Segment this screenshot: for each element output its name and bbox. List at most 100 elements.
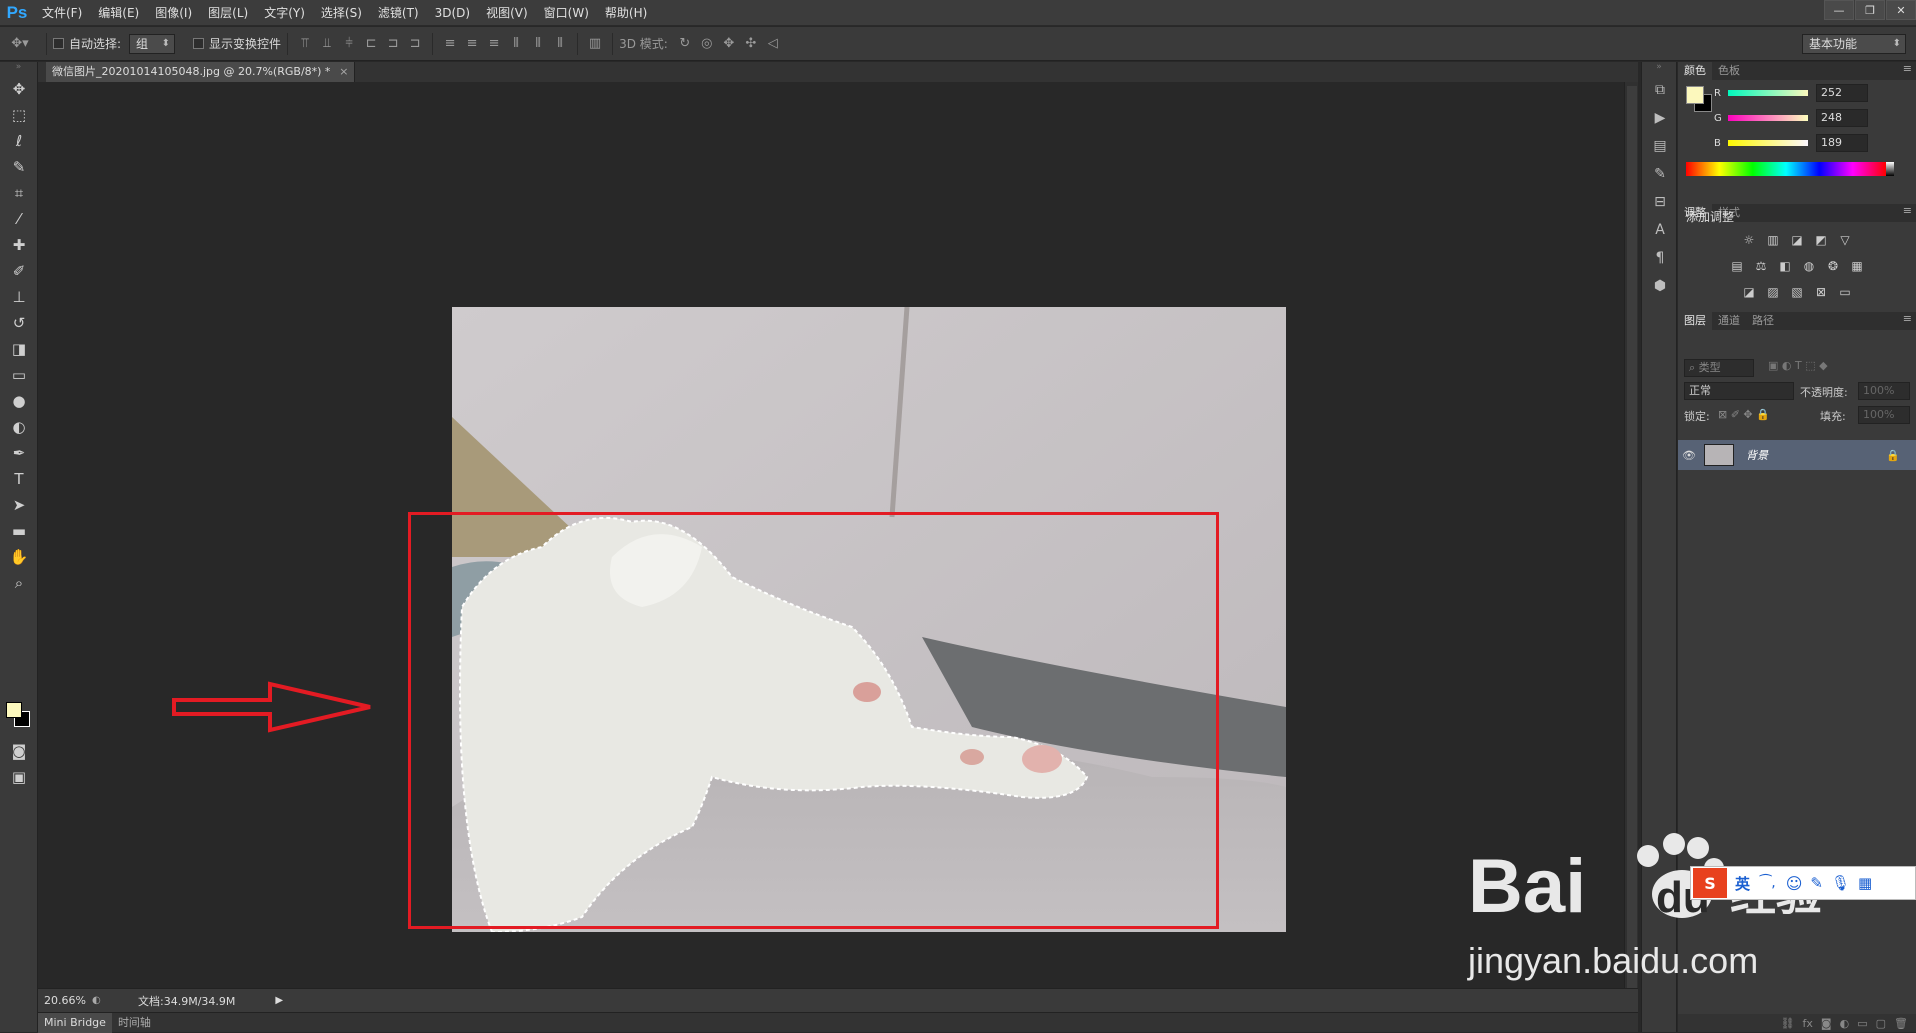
align-top-icon[interactable]: ⫪ [294,36,316,51]
menu-edit[interactable]: 编辑(E) [90,0,147,26]
auto-select-dropdown[interactable]: 组 [129,33,176,54]
blend-mode-dropdown[interactable]: 正常 [1684,382,1794,400]
tab-timeline[interactable]: 时间轴 [112,1013,157,1033]
foreground-color-swatch[interactable] [6,702,22,718]
panel-menu-icon[interactable]: ≡ [1903,62,1912,75]
layer-filter-icons[interactable]: ▣ ◐ T ⬚ ◆ [1768,359,1828,372]
layer-name[interactable]: 背景 [1746,447,1768,463]
close-button[interactable]: ✕ [1886,0,1916,20]
clone-stamp-tool-icon[interactable]: ⊥ [0,284,38,310]
emoji-icon[interactable]: ☺ [1786,874,1803,893]
auto-select-checkbox[interactable] [53,38,64,49]
character-icon[interactable]: A [1642,216,1678,244]
3d-icon[interactable]: ⬢ [1642,272,1678,300]
lasso-tool-icon[interactable]: ℓ [0,128,38,154]
channel-mixer-icon[interactable]: ❂ [1824,258,1842,274]
menu-image[interactable]: 图像(I) [147,0,200,26]
pen-tool-icon[interactable]: ✒ [0,440,38,466]
minimize-button[interactable]: — [1824,0,1854,20]
menu-3d[interactable]: 3D(D) [427,0,478,26]
show-transform-checkbox[interactable] [193,38,205,49]
marquee-tool-icon[interactable]: ⬚ [0,102,38,128]
ime-lang[interactable]: 英 [1735,873,1750,894]
visibility-eye-icon[interactable]: 👁 [1678,449,1700,462]
align-bottom-icon[interactable]: ⫩ [338,36,360,51]
handwrite-icon[interactable]: ✎ [1810,874,1823,892]
panel-menu-icon[interactable]: ≡ [1903,204,1912,217]
green-slider[interactable] [1728,115,1808,121]
clone-source-icon[interactable]: ⊟ [1642,188,1678,216]
quick-select-tool-icon[interactable]: ✎ [0,154,38,180]
healing-brush-tool-icon[interactable]: ✚ [0,232,38,258]
3d-pan-icon[interactable]: ✥ [718,36,740,51]
tab-layers[interactable]: 图层 [1678,312,1712,330]
path-select-tool-icon[interactable]: ➤ [0,492,38,518]
tab-channels[interactable]: 通道 [1712,312,1746,330]
zoom-tool-icon[interactable]: ⌕ [0,570,38,596]
dodge-tool-icon[interactable]: ◐ [0,414,38,440]
gradient-map-icon[interactable]: ▭ [1836,284,1854,300]
voice-icon[interactable]: 🎙 [1831,874,1850,892]
blur-tool-icon[interactable]: ● [0,388,38,414]
red-slider[interactable] [1728,90,1808,96]
distribute-vcenter-icon[interactable]: ≡ [461,36,483,51]
hue-saturation-icon[interactable]: ▤ [1728,258,1746,274]
tab-mini-bridge[interactable]: Mini Bridge [38,1012,112,1033]
hand-tool-icon[interactable]: ✋ [0,544,38,570]
history-icon[interactable]: ⧉ [1642,76,1678,104]
menu-select[interactable]: 选择(S) [313,0,370,26]
invert-icon[interactable]: ◪ [1740,284,1758,300]
vibrance-icon[interactable]: ▽ [1836,232,1854,248]
quick-mask-icon[interactable]: ◙ [0,738,38,764]
type-tool-icon[interactable]: T [0,466,38,492]
selective-color-icon[interactable]: ⊠ [1812,284,1830,300]
delete-layer-icon[interactable]: 🗑 [1894,1017,1908,1030]
menu-type[interactable]: 文字(Y) [256,0,313,26]
move-tool-icon[interactable]: ✥ [0,76,38,102]
layer-style-icon[interactable]: fx [1803,1017,1813,1030]
layer-filter-dropdown[interactable]: ⌕ 类型 [1684,359,1754,377]
brightness-icon[interactable]: ☼ [1740,232,1758,248]
color-lookup-icon[interactable]: ▦ [1848,258,1866,274]
distribute-right-icon[interactable]: ⦀ [549,36,571,51]
photo-filter-icon[interactable]: ◍ [1800,258,1818,274]
toolbar-grip[interactable]: » [0,62,37,76]
3d-scale-icon[interactable]: ◁ [762,36,784,51]
blue-slider[interactable] [1728,140,1808,146]
gradient-tool-icon[interactable]: ▭ [0,362,38,388]
curves-icon[interactable]: ◪ [1788,232,1806,248]
distribute-hcenter-icon[interactable]: ⦀ [527,36,549,51]
align-hcenter-icon[interactable]: ⊐ [382,36,404,51]
menu-filter[interactable]: 滤镜(T) [370,0,427,26]
canvas-area[interactable] [38,82,1638,988]
photoshop-logo[interactable]: Ps [0,0,34,26]
status-menu-arrow-icon[interactable]: ▶ [275,995,283,1006]
brush-presets-icon[interactable]: ✎ [1642,160,1678,188]
align-vcenter-icon[interactable]: ⫫ [316,36,338,51]
adjustment-layer-icon[interactable]: ◐ [1840,1017,1850,1030]
eraser-tool-icon[interactable]: ◨ [0,336,38,362]
brush-tool-icon[interactable]: ✐ [0,258,38,284]
color-ramp[interactable] [1686,162,1886,176]
punctuation-icon[interactable]: ⁀, [1760,875,1776,891]
toolbox-icon[interactable]: ▦ [1858,874,1872,892]
align-left-icon[interactable]: ⊏ [360,36,382,51]
menu-help[interactable]: 帮助(H) [597,0,655,26]
menu-window[interactable]: 窗口(W) [536,0,597,26]
lock-icons[interactable]: ⊠ ✐ ✥ 🔒 [1718,408,1770,421]
fill-field[interactable]: 100% [1858,406,1910,424]
color-balance-icon[interactable]: ⚖ [1752,258,1770,274]
zoom-level[interactable]: 20.66% [44,994,92,1007]
black-white-icon[interactable]: ◧ [1776,258,1794,274]
document-tab[interactable]: 微信图片_20201014105048.jpg @ 20.7%(RGB/8*) … [46,62,356,82]
properties-icon[interactable]: ▤ [1642,132,1678,160]
opacity-field[interactable]: 100% [1858,382,1910,400]
layer-row-background[interactable]: 👁 背景 🔒 [1678,440,1916,470]
menu-file[interactable]: 文件(F) [34,0,90,26]
3d-rotate-icon[interactable]: ↻ [674,36,696,51]
red-value[interactable]: 252 [1816,84,1868,102]
close-tab-icon[interactable]: × [339,62,348,82]
posterize-icon[interactable]: ▨ [1764,284,1782,300]
distribute-top-icon[interactable]: ≡ [439,36,461,51]
tab-paths[interactable]: 路径 [1746,312,1780,330]
